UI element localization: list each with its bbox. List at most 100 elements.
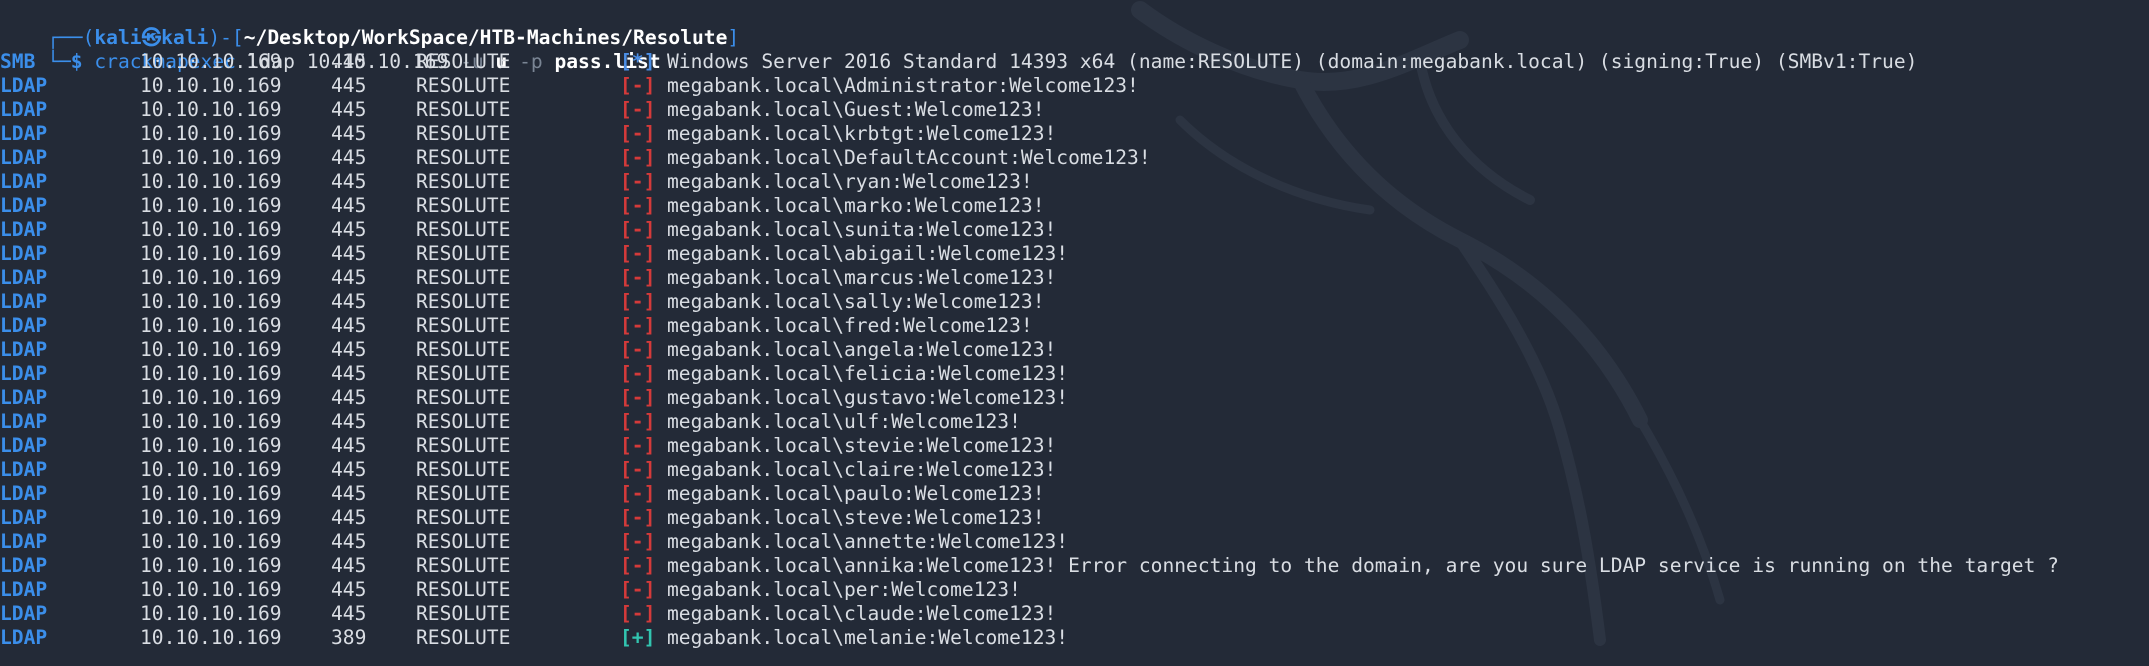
row-status-mark: [-] — [620, 314, 656, 337]
row-protocol: LDAP — [0, 434, 48, 457]
row-message: megabank.local\angela:Welcome123! — [667, 338, 1057, 361]
row-ip: 10.10.10.169 — [140, 626, 282, 649]
row-port: 445 — [331, 194, 367, 217]
row-hostname: RESOLUTE — [416, 290, 511, 313]
command-line[interactable]: └─$ crackmapexec ldap 10.10.10.169 -u u … — [0, 26, 660, 73]
row-hostname: RESOLUTE — [416, 530, 511, 553]
row-message: megabank.local\krbtgt:Welcome123! — [667, 122, 1057, 145]
row-hostname: RESOLUTE — [416, 434, 511, 457]
row-hostname: RESOLUTE — [416, 410, 511, 433]
row-message: megabank.local\Administrator:Welcome123! — [667, 74, 1139, 97]
row-message: megabank.local\annika:Welcome123! Error … — [667, 554, 2059, 577]
row-status-mark: [+] — [620, 626, 656, 649]
row-port: 445 — [331, 482, 367, 505]
row-protocol: LDAP — [0, 146, 48, 169]
row-protocol: LDAP — [0, 554, 48, 577]
row-ip: 10.10.10.169 — [140, 170, 282, 193]
row-message: megabank.local\felicia:Welcome123! — [667, 362, 1069, 385]
row-message: megabank.local\sally:Welcome123! — [667, 290, 1045, 313]
row-ip: 10.10.10.169 — [140, 290, 282, 313]
row-protocol: LDAP — [0, 482, 48, 505]
prompt-frame-lower: └─ — [47, 50, 71, 73]
row-status-mark: [-] — [620, 362, 656, 385]
row-status-mark: [-] — [620, 554, 656, 577]
row-hostname: RESOLUTE — [416, 146, 511, 169]
row-protocol: LDAP — [0, 602, 48, 625]
row-status-mark: [-] — [620, 98, 656, 121]
row-protocol: SMB — [0, 50, 36, 73]
row-port: 445 — [331, 386, 367, 409]
row-status-mark: [-] — [620, 242, 656, 265]
row-hostname: RESOLUTE — [416, 482, 511, 505]
row-hostname: RESOLUTE — [416, 338, 511, 361]
row-port: 445 — [331, 170, 367, 193]
row-protocol: LDAP — [0, 98, 48, 121]
row-status-mark: [-] — [620, 530, 656, 553]
row-ip: 10.10.10.169 — [140, 602, 282, 625]
prompt-frame-close: ] — [727, 26, 740, 49]
row-message: megabank.local\stevie:Welcome123! — [667, 434, 1057, 457]
row-protocol: LDAP — [0, 362, 48, 385]
row-message: megabank.local\marko:Welcome123! — [667, 194, 1045, 217]
row-status-mark: [-] — [620, 410, 656, 433]
row-protocol: LDAP — [0, 290, 48, 313]
row-hostname: RESOLUTE — [416, 386, 511, 409]
row-port: 445 — [331, 410, 367, 433]
row-hostname: RESOLUTE — [416, 194, 511, 217]
row-protocol: LDAP — [0, 122, 48, 145]
row-protocol: LDAP — [0, 74, 48, 97]
row-protocol: LDAP — [0, 242, 48, 265]
row-status-mark: [-] — [620, 386, 656, 409]
row-ip: 10.10.10.169 — [140, 50, 282, 73]
row-message: megabank.local\ulf:Welcome123! — [667, 410, 1021, 433]
row-status-mark: [-] — [620, 458, 656, 481]
row-protocol: LDAP — [0, 194, 48, 217]
row-ip: 10.10.10.169 — [140, 242, 282, 265]
row-message: megabank.local\steve:Welcome123! — [667, 506, 1045, 529]
row-message: megabank.local\claire:Welcome123! — [667, 458, 1057, 481]
row-protocol: LDAP — [0, 170, 48, 193]
prompt-dollar: $ — [70, 50, 83, 73]
row-protocol: LDAP — [0, 218, 48, 241]
row-message: megabank.local\marcus:Welcome123! — [667, 266, 1057, 289]
row-message: megabank.local\per:Welcome123! — [667, 578, 1021, 601]
row-message: megabank.local\fred:Welcome123! — [667, 314, 1033, 337]
row-ip: 10.10.10.169 — [140, 362, 282, 385]
row-status-mark: [*] — [620, 50, 656, 73]
row-message: megabank.local\Guest:Welcome123! — [667, 98, 1045, 121]
row-ip: 10.10.10.169 — [140, 122, 282, 145]
row-status-mark: [-] — [620, 338, 656, 361]
row-status-mark: [-] — [620, 266, 656, 289]
terminal-window[interactable]: ┌──(kali㉿kali)-[~/Desktop/WorkSpace/HTB-… — [0, 0, 2149, 666]
row-protocol: LDAP — [0, 314, 48, 337]
row-ip: 10.10.10.169 — [140, 146, 282, 169]
command-pass-flag: -p — [519, 50, 543, 73]
row-port: 445 — [331, 242, 367, 265]
row-hostname: RESOLUTE — [416, 554, 511, 577]
row-hostname: RESOLUTE — [416, 122, 511, 145]
row-port: 445 — [331, 314, 367, 337]
row-port: 445 — [331, 74, 367, 97]
row-message: megabank.local\melanie:Welcome123! — [667, 626, 1069, 649]
row-status-mark: [-] — [620, 218, 656, 241]
row-port: 445 — [331, 218, 367, 241]
row-port: 445 — [331, 578, 367, 601]
row-ip: 10.10.10.169 — [140, 554, 282, 577]
row-protocol: LDAP — [0, 410, 48, 433]
row-port: 445 — [331, 554, 367, 577]
prompt-line: ┌──(kali㉿kali)-[~/Desktop/WorkSpace/HTB-… — [0, 2, 739, 49]
row-status-mark: [-] — [620, 170, 656, 193]
row-ip: 10.10.10.169 — [140, 458, 282, 481]
row-status-mark: [-] — [620, 122, 656, 145]
row-status-mark: [-] — [620, 578, 656, 601]
row-port: 445 — [331, 290, 367, 313]
row-hostname: RESOLUTE — [416, 506, 511, 529]
row-ip: 10.10.10.169 — [140, 218, 282, 241]
row-port: 445 — [331, 458, 367, 481]
row-protocol: LDAP — [0, 626, 48, 649]
row-ip: 10.10.10.169 — [140, 98, 282, 121]
row-port: 445 — [331, 122, 367, 145]
row-port: 445 — [331, 362, 367, 385]
row-port: 445 — [331, 434, 367, 457]
row-hostname: RESOLUTE — [416, 170, 511, 193]
